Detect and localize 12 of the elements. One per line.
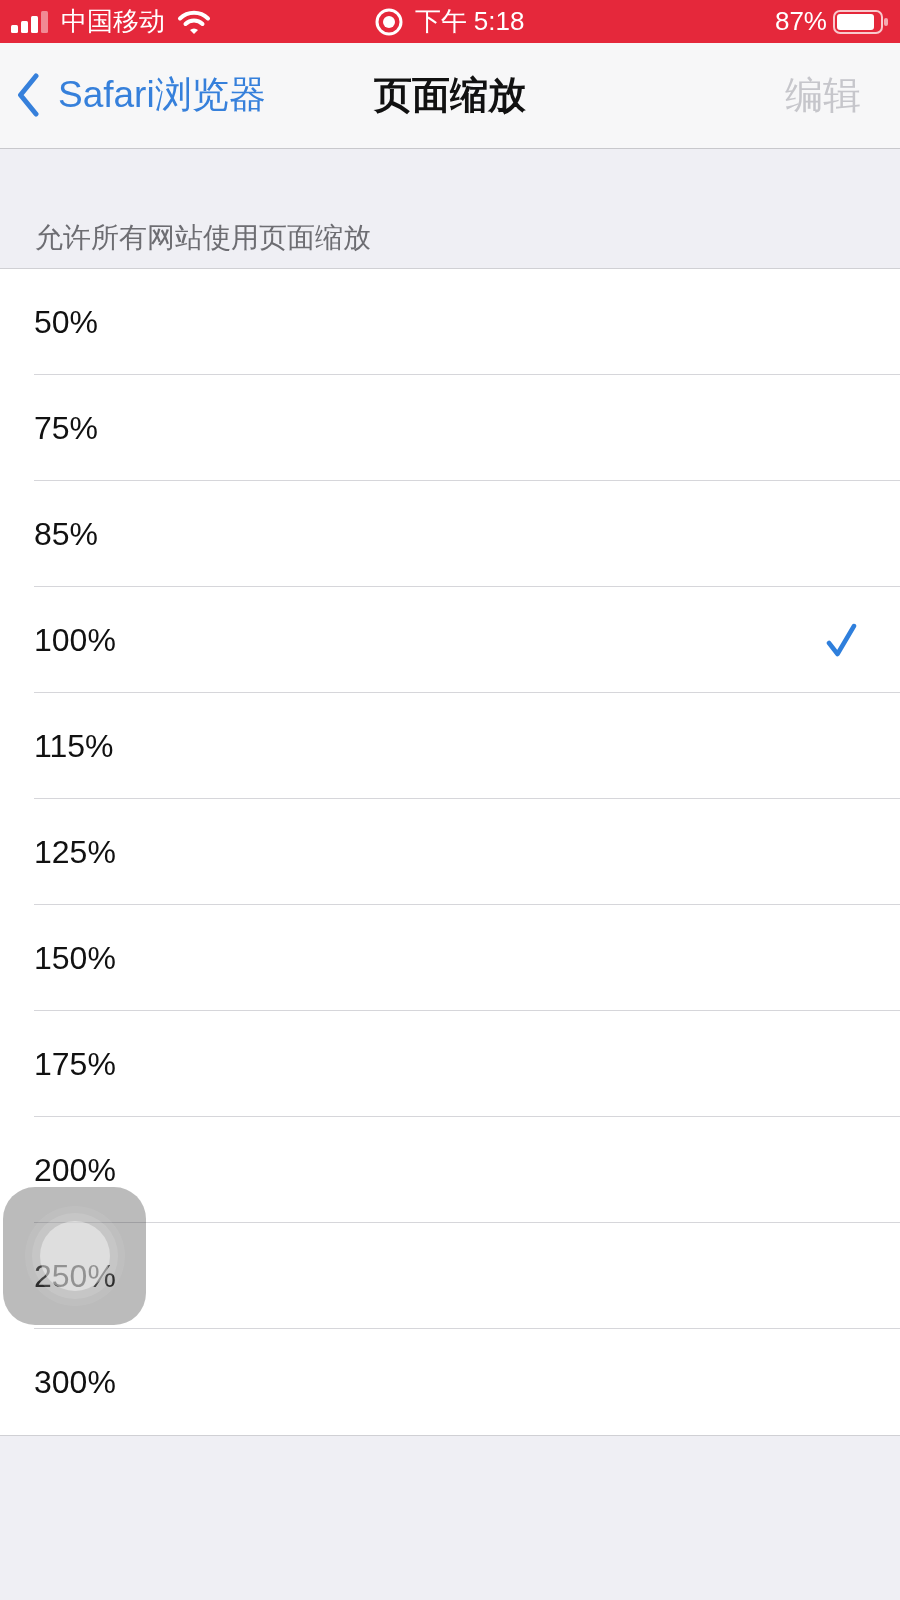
battery-icon (833, 9, 888, 34)
time-label: 下午 5:18 (414, 7, 525, 36)
section-header: 允许所有网站使用页面缩放 (35, 221, 371, 255)
battery-percent: 87% (774, 7, 827, 36)
signal-icon (11, 10, 49, 33)
chevron-left-icon (17, 73, 39, 118)
page-title: 页面缩放 (373, 72, 526, 118)
carrier-label: 中国移动 (61, 7, 165, 36)
back-button[interactable]: Safari浏览器 (17, 73, 266, 118)
ring-dot-icon (374, 7, 403, 36)
floating-button[interactable] (3, 1187, 146, 1325)
wifi-icon (177, 9, 211, 34)
